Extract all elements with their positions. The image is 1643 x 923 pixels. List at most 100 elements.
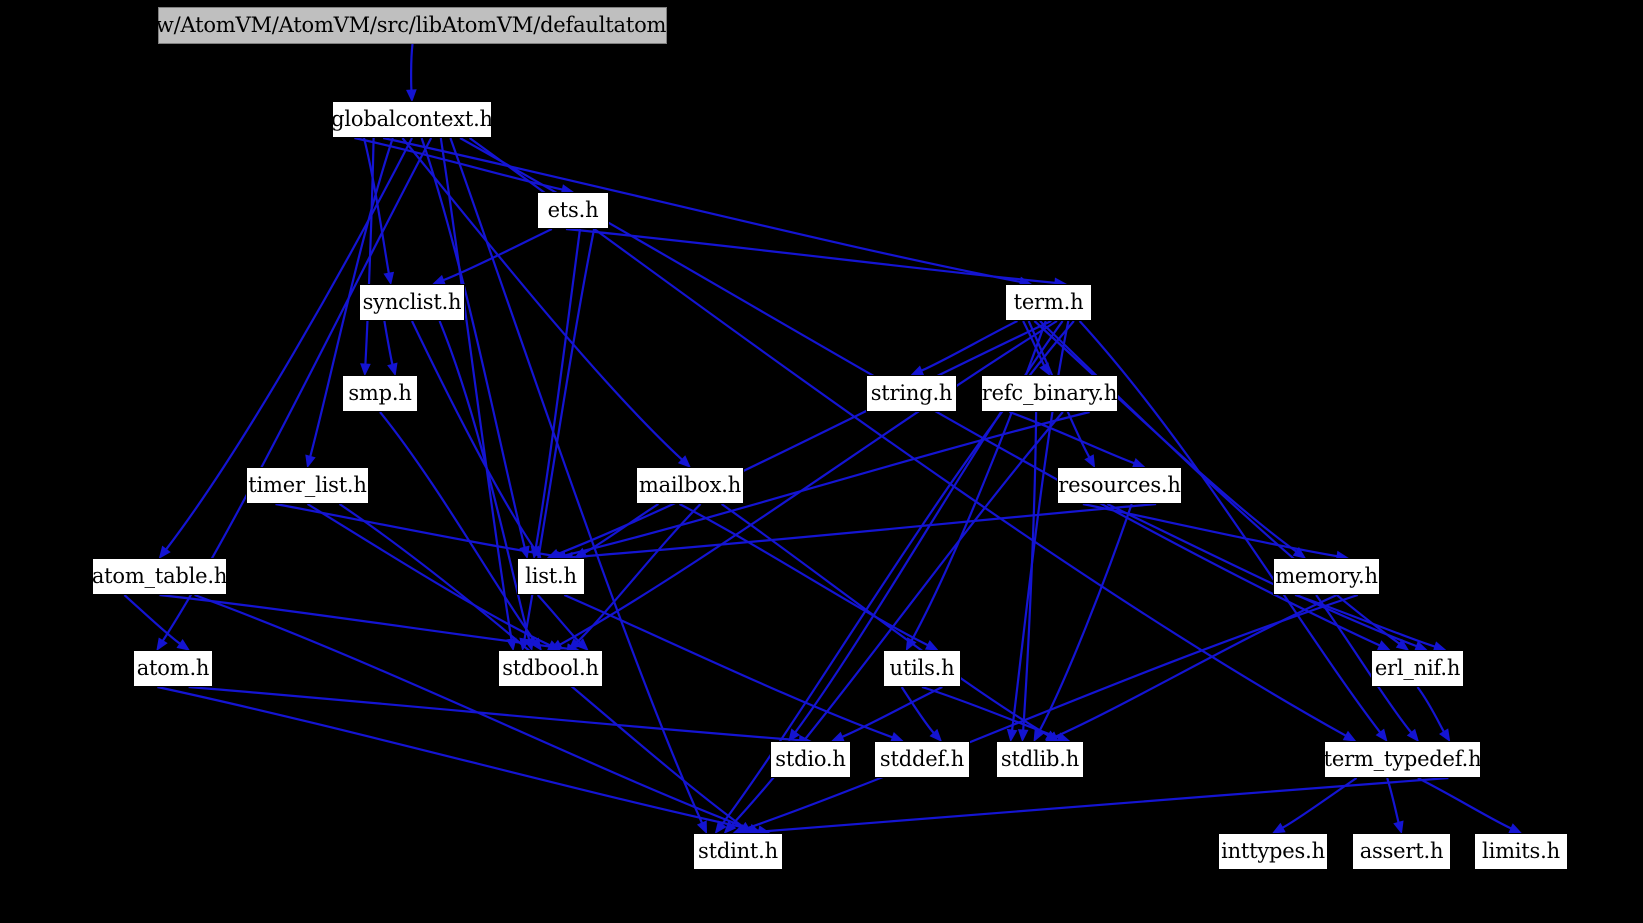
arrowhead-term_typedef-to-limits	[1508, 823, 1523, 834]
arrowhead-globalcontext-to-synclist	[383, 271, 395, 286]
node-ets[interactable]: ets.h	[537, 192, 609, 229]
node-label-atom_table: atom_table.h	[91, 564, 228, 588]
arrowhead-term-to-resources	[1084, 454, 1096, 469]
edge-atom_table-to-atom	[123, 594, 181, 645]
edge-atom-to-stdio	[188, 685, 800, 742]
node-label-smp: smp.h	[348, 381, 412, 405]
node-label-stdlib: stdlib.h	[1000, 747, 1080, 771]
arrowhead-globalcontext-to-timer_list	[305, 454, 316, 469]
edge-term-to-stdbool	[559, 320, 1058, 646]
node-timer_list[interactable]: timer_list.h	[246, 467, 369, 504]
node-label-timer_list: timer_list.h	[248, 473, 367, 497]
arrowhead-atom_table-to-atom	[176, 638, 191, 651]
node-stdlib[interactable]: stdlib.h	[996, 741, 1084, 778]
node-label-memory: memory.h	[1275, 564, 1378, 588]
node-label-utils: utils.h	[889, 656, 955, 680]
arrowhead-synclist-to-smp	[387, 362, 398, 377]
node-string[interactable]: string.h	[866, 375, 957, 412]
node-label-synclist: synclist.h	[362, 290, 462, 314]
edge-atom-to-stdint	[157, 685, 759, 832]
node-refc_binary[interactable]: refc_binary.h	[981, 375, 1118, 412]
node-defaultatoms[interactable]: /__w/AtomVM/AtomVM/src/libAtomVM/default…	[128, 7, 697, 44]
edge-utils-to-stdio	[841, 686, 943, 738]
arrowhead-term_typedef-to-inttypes	[1271, 822, 1286, 834]
edge-term_typedef-to-assert	[1386, 777, 1400, 823]
arrowhead-utils-to-stdio	[830, 731, 845, 742]
arrowhead-globalcontext-to-atom	[156, 637, 168, 652]
arrowhead-globalcontext-to-erl_nif	[1376, 640, 1391, 651]
node-label-ets: ets.h	[547, 198, 599, 222]
node-label-mailbox: mailbox.h	[638, 473, 742, 497]
arrowhead-term_typedef-to-assert	[1393, 820, 1404, 835]
node-memory[interactable]: memory.h	[1273, 558, 1380, 595]
node-term_typedef[interactable]: term_typedef.h	[1323, 741, 1482, 778]
arrowhead-erl_nif-to-term_typedef	[1438, 728, 1451, 743]
edge-mailbox-to-stdbool	[576, 503, 702, 644]
node-label-list: list.h	[525, 564, 577, 588]
node-label-atom: atom.h	[136, 656, 210, 680]
node-atom[interactable]: atom.h	[133, 650, 213, 687]
edge-defaultatoms-to-globalcontext	[410, 43, 414, 91]
node-resources[interactable]: resources.h	[1057, 467, 1182, 504]
node-label-stdio: stdio.h	[775, 747, 846, 771]
node-label-assert: assert.h	[1359, 839, 1444, 863]
node-stdio[interactable]: stdio.h	[770, 741, 851, 778]
node-utils[interactable]: utils.h	[883, 650, 961, 687]
node-atom_table[interactable]: atom_table.h	[92, 558, 227, 595]
edge-mailbox-to-stdlib	[720, 503, 1049, 737]
include-dependency-graph: /__w/AtomVM/AtomVM/src/libAtomVM/default…	[0, 0, 1643, 923]
node-label-erl_nif: erl_nif.h	[1374, 656, 1461, 680]
node-label-stdbool: stdbool.h	[502, 656, 599, 680]
arrowhead-defaultatoms-to-globalcontext	[406, 89, 417, 103]
edge-term-to-string	[921, 320, 1018, 372]
node-inttypes[interactable]: inttypes.h	[1218, 833, 1328, 870]
edge-smp-to-stdbool	[379, 411, 536, 642]
node-term[interactable]: term.h	[1005, 284, 1092, 321]
edge-list-to-stdbool	[536, 594, 581, 644]
node-label-stddef: stddef.h	[879, 747, 965, 771]
arrowhead-mailbox-to-utils	[924, 640, 939, 651]
node-stdbool[interactable]: stdbool.h	[498, 650, 603, 687]
edge-resources-to-stdlib	[1038, 503, 1133, 732]
node-smp[interactable]: smp.h	[342, 375, 418, 412]
edge-term-to-utils	[910, 320, 1047, 641]
node-label-globalcontext: globalcontext.h	[331, 107, 493, 131]
edge-refc_binary-to-stdlib	[1022, 411, 1038, 731]
node-label-refc_binary: refc_binary.h	[981, 381, 1118, 405]
node-mailbox[interactable]: mailbox.h	[636, 467, 744, 504]
edge-term_typedef-to-limits	[1417, 777, 1512, 830]
arrowhead-refc_binary-to-stdlib	[1017, 729, 1029, 743]
node-label-inttypes: inttypes.h	[1221, 839, 1325, 863]
node-label-term: term.h	[1013, 290, 1084, 314]
edge-term-to-memory	[1033, 320, 1297, 553]
edge-synclist-to-smp	[383, 320, 394, 365]
edges-group	[123, 43, 1523, 838]
node-label-stdint: stdint.h	[698, 839, 778, 863]
node-label-limits: limits.h	[1482, 839, 1560, 863]
edge-list-to-stddef	[563, 593, 893, 739]
arrowhead-term-to-stdlib	[1006, 728, 1018, 743]
arrowhead-globalcontext-to-smp	[360, 363, 371, 377]
arrowhead-globalcontext-to-term_typedef	[1342, 730, 1357, 742]
node-stddef[interactable]: stddef.h	[874, 741, 970, 778]
edge-erl_nif-to-term_typedef	[1416, 686, 1445, 733]
node-stdint[interactable]: stdint.h	[693, 833, 783, 870]
edge-mailbox-to-list	[583, 503, 659, 554]
node-synclist[interactable]: synclist.h	[359, 284, 465, 321]
arrowhead-term-to-string	[910, 365, 925, 376]
edge-timer_list-to-list	[275, 502, 558, 558]
node-label-defaultatoms: /__w/AtomVM/AtomVM/src/libAtomVM/default…	[128, 13, 697, 37]
node-erl_nif[interactable]: erl_nif.h	[1371, 650, 1464, 687]
node-label-resources: resources.h	[1058, 473, 1181, 497]
node-limits[interactable]: limits.h	[1474, 833, 1568, 870]
node-label-string: string.h	[870, 381, 953, 405]
arrowhead-globalcontext-to-stdint	[696, 820, 708, 835]
node-label-term_typedef: term_typedef.h	[1323, 747, 1482, 771]
node-globalcontext[interactable]: globalcontext.h	[331, 101, 493, 138]
graph-edges-layer	[123, 43, 1523, 838]
node-assert[interactable]: assert.h	[1352, 833, 1451, 870]
edge-utils-to-stdlib	[921, 685, 1060, 739]
edge-ets-to-list	[534, 228, 582, 548]
node-list[interactable]: list.h	[517, 558, 585, 595]
edge-globalcontext-to-term	[382, 136, 1021, 283]
